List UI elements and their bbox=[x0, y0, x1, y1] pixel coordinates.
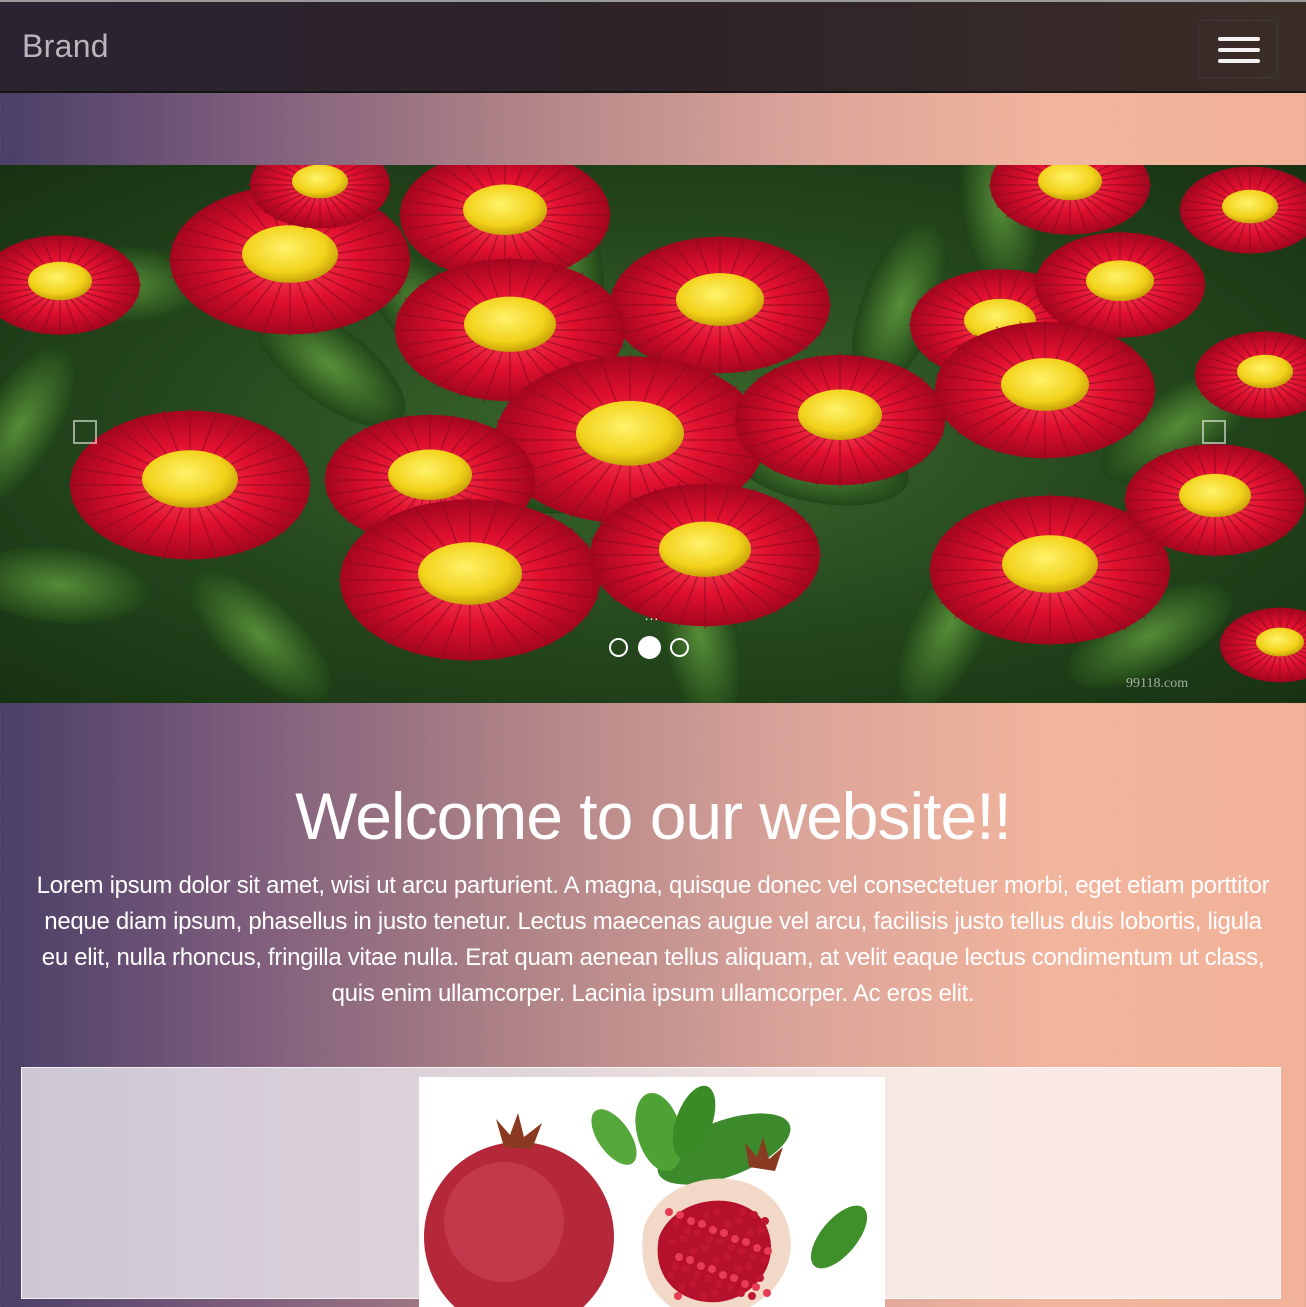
pomegranate-image bbox=[419, 1077, 885, 1307]
menu-toggle-button[interactable] bbox=[1198, 20, 1278, 78]
brand-link[interactable]: Brand bbox=[22, 28, 109, 65]
welcome-heading: Welcome to our website!! bbox=[295, 779, 1012, 853]
intro-paragraph: Lorem ipsum dolor sit amet, wisi ut arcu… bbox=[36, 872, 1270, 1007]
image-carousel: ... 99118.com bbox=[0, 165, 1306, 703]
carousel-ellipsis: ... bbox=[644, 607, 660, 623]
navbar: Brand bbox=[0, 0, 1306, 93]
carousel-indicator-2[interactable] bbox=[638, 636, 661, 659]
carousel-indicator-3[interactable] bbox=[670, 638, 689, 657]
featured-panel bbox=[21, 1067, 1281, 1307]
carousel-prev-control[interactable] bbox=[73, 420, 97, 444]
carousel-next-control[interactable] bbox=[1202, 420, 1226, 444]
image-watermark: 99118.com bbox=[1126, 676, 1189, 691]
carousel-indicator-1[interactable] bbox=[609, 638, 628, 657]
